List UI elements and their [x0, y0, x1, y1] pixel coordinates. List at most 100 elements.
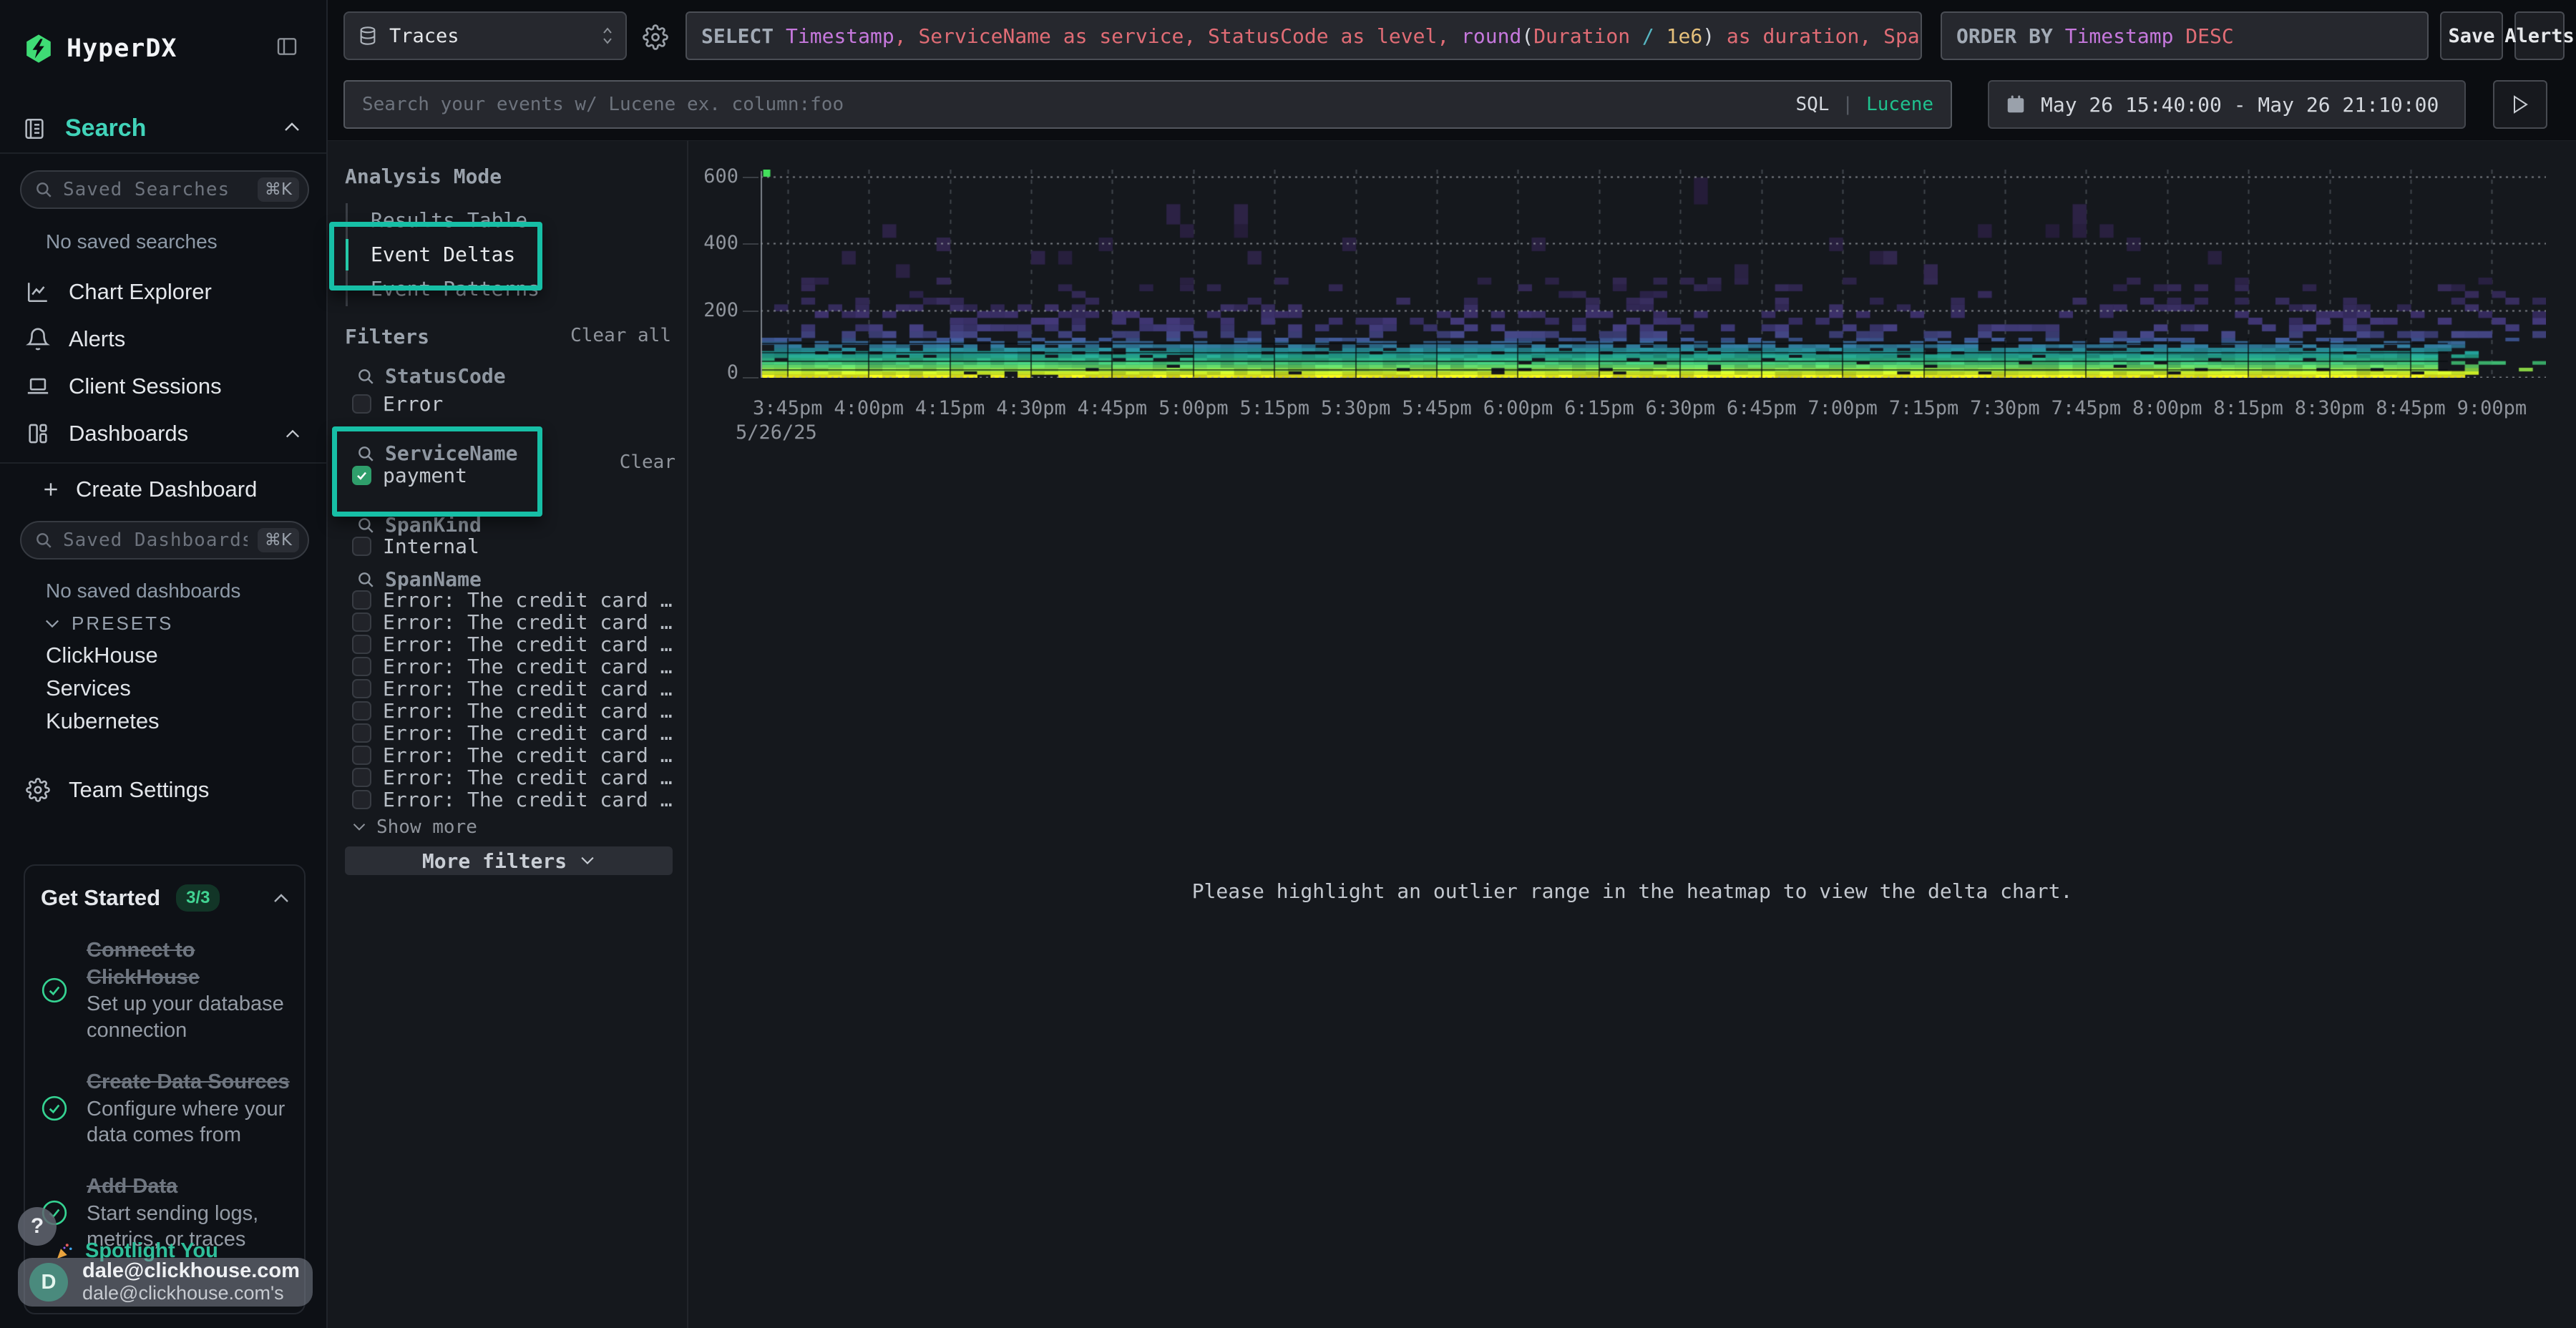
time-range-value: May 26 15:40:00 - May 26 21:10:00 [2041, 93, 2439, 117]
preset-clickhouse[interactable]: ClickHouse [46, 643, 158, 668]
mode-option-results-table[interactable]: Results Table [348, 203, 540, 238]
chevron-up-icon[interactable] [283, 120, 301, 133]
sidebar-item-team-settings[interactable]: Team Settings [0, 773, 326, 807]
calendar-icon [2005, 94, 2026, 115]
y-axis-tick-label: 600 [691, 166, 738, 187]
mode-option-event-deltas[interactable]: Event Deltas [348, 238, 540, 272]
duration-heatmap[interactable] [761, 170, 2546, 378]
filter-option-payment[interactable]: payment [352, 464, 467, 487]
saved-dashboards-input[interactable]: Saved Dashboards ⌘K [20, 521, 309, 560]
filter-option-internal[interactable]: Internal [352, 535, 479, 557]
sql-select-editor[interactable]: SELECT Timestamp, ServiceName as service… [686, 11, 1922, 60]
progress-badge: 3/3 [176, 884, 220, 912]
preset-services[interactable]: Services [46, 675, 131, 701]
user-email: dale@clickhouse.com [82, 1260, 300, 1283]
checkbox[interactable] [352, 790, 371, 809]
user-menu[interactable]: D dale@clickhouse.com dale@clickhouse.co… [18, 1258, 313, 1307]
more-filters-button[interactable]: More filters [345, 846, 673, 875]
chart-panel: 5/26/25 Please highlight an outlier rang… [688, 140, 2576, 1328]
sidebar-section-search[interactable]: Search [22, 114, 146, 142]
checkbox[interactable] [352, 768, 371, 787]
checkbox[interactable] [352, 635, 371, 654]
time-range-picker[interactable]: May 26 15:40:00 - May 26 21:10:00 [1988, 80, 2466, 129]
mode-option-event-patterns[interactable]: Event Patterns [348, 272, 540, 306]
filter-option-spanname[interactable]: Error: The credit card … [352, 701, 673, 721]
get-started-header[interactable]: Get Started 3/3 [41, 884, 290, 912]
filter-group-servicename: ServiceName [356, 441, 517, 465]
chevron-up-icon[interactable] [285, 428, 301, 439]
checkbox[interactable] [352, 701, 371, 721]
mode-toggle-divider: | [1842, 94, 1853, 115]
filter-option-spanname[interactable]: Error: The credit card … [352, 679, 673, 698]
nav-label: Dashboards [69, 421, 188, 446]
checkbox[interactable] [352, 590, 371, 610]
step-title: Connect to ClickHouse [87, 937, 290, 991]
filter-option-spanname[interactable]: Error: The credit card … [352, 723, 673, 743]
search-icon[interactable] [356, 516, 375, 534]
sidebar-collapse-icon[interactable] [275, 35, 299, 58]
checkbox[interactable] [352, 679, 371, 698]
source-select[interactable]: Traces [343, 11, 627, 60]
checkbox[interactable] [352, 394, 371, 414]
analysis-mode-title: Analysis Mode [345, 165, 502, 188]
chevron-down-icon [352, 822, 366, 832]
clear-all-filters-button[interactable]: Clear all [570, 325, 671, 346]
search-input[interactable]: Search your events w/ Lucene ex. column:… [343, 80, 1952, 129]
sidebar-item-chart-explorer[interactable]: Chart Explorer [0, 275, 326, 309]
order-by-editor[interactable]: ORDER BY Timestamp DESC [1941, 11, 2429, 60]
saved-searches-input[interactable]: Saved Searches ⌘K [20, 170, 309, 209]
save-button[interactable]: Save [2440, 11, 2503, 60]
checkbox-checked[interactable] [352, 466, 371, 485]
filter-option-spanname[interactable]: Error: The credit card … [352, 790, 673, 809]
x-axis-date-label: 5/26/25 [736, 421, 817, 444]
step-title: Add Data [87, 1173, 290, 1201]
filter-option-error[interactable]: Error [352, 393, 443, 415]
filter-option-label: Error: The credit card … [383, 633, 673, 656]
search-icon[interactable] [356, 570, 375, 589]
checkbox[interactable] [352, 657, 371, 676]
alerts-button[interactable]: Alerts [2514, 11, 2565, 60]
source-settings-gear-icon[interactable] [643, 24, 668, 50]
presets-label: PRESETS [72, 612, 173, 635]
filter-option-spanname[interactable]: Error: The credit card … [352, 612, 673, 632]
filter-option-label: Error: The credit card … [383, 610, 673, 634]
spanname-options-list: Error: The credit card …Error: The credi… [352, 590, 673, 812]
get-started-item-sources[interactable]: Create Data Sources Configure where your… [41, 1069, 290, 1148]
filter-option-spanname[interactable]: Error: The credit card … [352, 635, 673, 654]
clear-servicename-button[interactable]: Clear [620, 451, 675, 473]
select-chevrons-icon [601, 26, 614, 46]
mode-toggle-sql[interactable]: SQL [1795, 94, 1829, 115]
source-select-value: Traces [389, 25, 590, 47]
filter-option-spanname[interactable]: Error: The credit card … [352, 746, 673, 765]
sidebar-item-alerts[interactable]: Alerts [0, 322, 326, 356]
user-team: dale@clickhouse.com's [82, 1282, 300, 1304]
search-icon[interactable] [356, 367, 375, 386]
sidebar-item-client-sessions[interactable]: Client Sessions [0, 369, 326, 404]
run-query-button[interactable] [2493, 80, 2547, 129]
sidebar: HyperDX Search Saved Searches ⌘K No save… [0, 0, 328, 1328]
presets-toggle[interactable]: PRESETS [44, 612, 173, 635]
mode-toggle-lucene[interactable]: Lucene [1866, 94, 1933, 115]
checkbox[interactable] [352, 746, 371, 765]
preset-kubernetes[interactable]: Kubernetes [46, 708, 160, 734]
checkbox[interactable] [352, 537, 371, 556]
sidebar-item-dashboards[interactable]: Dashboards [0, 416, 326, 451]
filter-option-spanname[interactable]: Error: The credit card … [352, 590, 673, 610]
app-logo: HyperDX [24, 33, 177, 64]
filter-option-label: Error: The credit card … [383, 699, 673, 723]
filter-option-spanname[interactable]: Error: The credit card … [352, 657, 673, 676]
checkbox[interactable] [352, 723, 371, 743]
show-more-button[interactable]: Show more [352, 816, 477, 838]
chevron-up-icon[interactable] [273, 892, 290, 904]
filter-option-spanname[interactable]: Error: The credit card … [352, 768, 673, 787]
create-dashboard-button[interactable]: Create Dashboard [0, 472, 326, 507]
no-saved-dashboards-note: No saved dashboards [46, 580, 240, 602]
help-button[interactable]: ? [18, 1207, 57, 1246]
checkbox[interactable] [352, 612, 371, 632]
search-icon[interactable] [356, 444, 375, 463]
get-started-item-connect[interactable]: Connect to ClickHouse Set up your databa… [41, 937, 290, 1043]
filter-option-label: payment [383, 464, 467, 487]
app-title: HyperDX [67, 34, 177, 63]
step-title: Create Data Sources [87, 1069, 290, 1096]
get-started-title: Get Started [41, 885, 160, 911]
